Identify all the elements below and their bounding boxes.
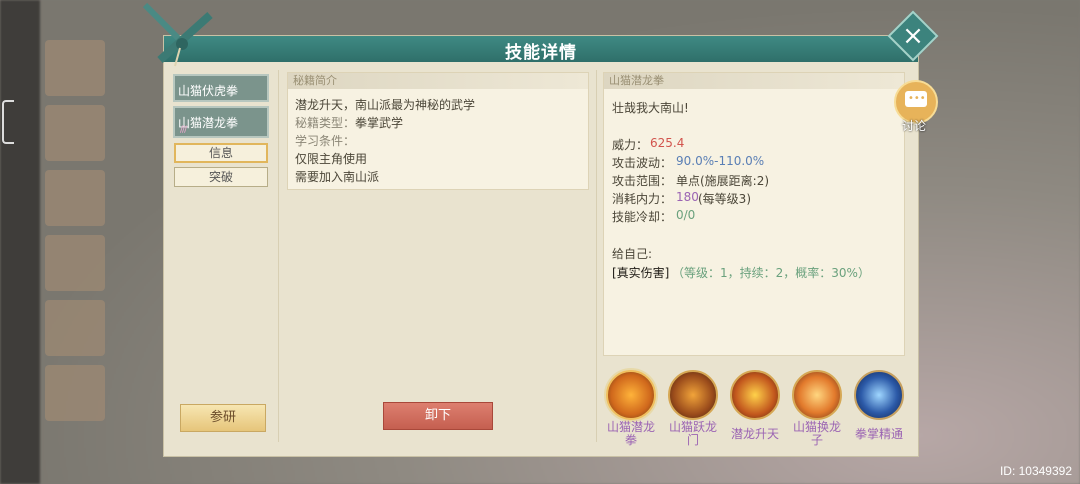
book-type-label: 秘籍类型： (295, 116, 356, 130)
skill-motto: 壮哉我大南山! (612, 101, 689, 115)
background-card (45, 235, 105, 291)
skill-tab-1[interactable]: 山猫伏虎拳 (173, 74, 269, 102)
discuss-label: 讨论 (902, 119, 927, 133)
cooldown-label: 技能冷却： (612, 210, 673, 224)
divider (596, 70, 597, 442)
skill-tab-label: 山猫潜龙拳 (178, 116, 239, 130)
range-label: 攻击范围： (612, 174, 673, 188)
skill-icon-fist-mastery[interactable] (854, 370, 904, 420)
skill-label: 山猫跃龙门 (668, 420, 717, 447)
skill-label: 潜龙升天 (730, 427, 779, 441)
background-card (45, 170, 105, 226)
background-card (45, 105, 105, 161)
cost-label: 消耗内力： (612, 192, 673, 206)
skill-icon-tiger-dragon-fist[interactable] (606, 370, 656, 420)
skill-label: 山猫换龙子 (792, 420, 841, 447)
skill-tab-label: 山猫伏虎拳 (178, 84, 239, 98)
background-card (45, 40, 105, 96)
sword-ornament-icon (142, 2, 213, 67)
info-button[interactable]: 信息 (174, 143, 268, 163)
wave-value: 90.0%-110.0% (676, 154, 765, 168)
skill-icon-leap-dragon-gate[interactable] (668, 370, 718, 420)
requirement-label: 学习条件： (295, 134, 356, 148)
background-card (45, 365, 105, 421)
research-button[interactable]: 参研 (180, 404, 266, 432)
skill-tab-2[interactable]: 山猫潜龙拳 /// (173, 106, 269, 138)
breakthrough-button[interactable]: 突破 (174, 167, 268, 187)
effect-detail: （等级：1，持续：2，概率：30%） (672, 266, 870, 280)
dialog-header: 技能详情 (164, 36, 918, 63)
book-type-value: 拳掌武学 (355, 116, 404, 130)
power-value: 625.4 (650, 136, 685, 150)
skill-icon-dragon-ascent[interactable] (730, 370, 780, 420)
cost-suffix: (每等级3) (698, 192, 751, 206)
skill-label: 拳掌精通 (854, 427, 903, 441)
panel-header: 山猫潜龙拳 (604, 73, 904, 89)
dialog-title: 技能详情 (505, 43, 577, 63)
effect-name: [真实伤害] (612, 266, 670, 280)
book-description: 潜龙升天，南山派最为神秘的武学 (295, 98, 476, 112)
range-value: 单点(施展距离:2) (676, 174, 770, 188)
skill-icon-dragon-swap[interactable] (792, 370, 842, 420)
divider (278, 70, 279, 442)
chat-dots-icon: ••• (908, 93, 926, 104)
close-icon: × (902, 21, 924, 51)
left-arrow-icon[interactable] (2, 100, 14, 144)
self-effect-label: 给自己: (612, 247, 653, 261)
requirement-1: 仅限主角使用 (295, 152, 368, 166)
panel-header: 秘籍简介 (288, 73, 588, 89)
id-label: ID: 10349392 (999, 464, 1072, 478)
unload-button[interactable]: 卸下 (383, 402, 493, 430)
power-label: 威力： (612, 138, 649, 152)
wave-label: 攻击波动： (612, 156, 673, 170)
skill-tab-marks: /// (180, 125, 187, 135)
skill-label: 山猫潜龙拳 (606, 420, 655, 447)
requirement-2: 需要加入南山派 (295, 170, 380, 184)
background-card (45, 300, 105, 356)
cooldown-value: 0/0 (676, 208, 696, 222)
cost-value: 180 (676, 190, 699, 204)
